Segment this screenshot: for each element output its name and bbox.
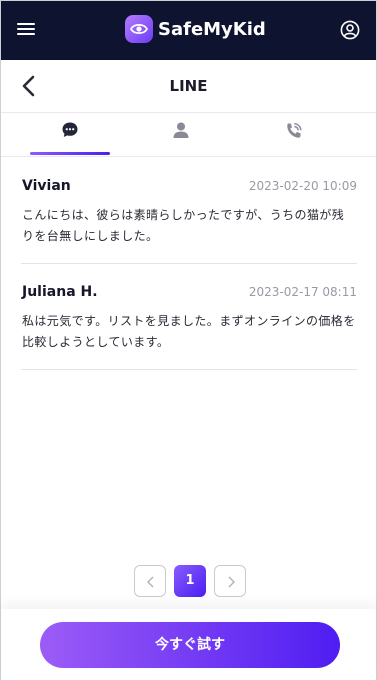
brand-name: SafeMyKid [158,18,266,40]
message-timestamp: 2023-02-17 08:11 [248,285,357,299]
user-profile-icon[interactable] [340,20,360,40]
page-title: LINE [169,77,208,95]
active-tab-indicator [30,152,110,155]
brand-logo[interactable]: SafeMyKid [125,15,266,43]
tab-contacts[interactable] [141,113,221,157]
page-header: LINE [1,60,376,113]
message-item[interactable]: Vivian 2023-02-20 10:09 こんにちは、彼らは素晴らしかった… [21,158,357,264]
previous-page-button[interactable] [134,565,166,597]
message-sender: Vivian [22,178,71,194]
chevron-left-icon [147,576,154,588]
message-timestamp: 2023-02-20 10:09 [248,179,357,193]
top-navbar: SafeMyKid [1,1,376,60]
message-text: こんにちは、彼らは素晴らしかったですが、うちの猫が残りを台無しにしました。 [22,208,345,243]
tab-messages[interactable] [30,113,110,157]
hamburger-menu-icon[interactable] [17,21,35,37]
tab-bar [1,113,376,157]
phone-icon [287,123,302,138]
chevron-right-icon [228,576,235,588]
message-list: Vivian 2023-02-20 10:09 こんにちは、彼らは素晴らしかった… [21,158,357,370]
next-page-button[interactable] [214,565,246,597]
page-number-current[interactable]: 1 [174,565,206,597]
eye-logo-icon [125,15,153,43]
message-text: 私は元気です。リストを見ました。まずオンラインの価格を比較しようとしています。 [22,314,356,349]
try-now-button[interactable]: 今すぐ試す [40,622,340,668]
message-sender: Juliana H. [22,284,98,300]
chat-bubble-icon [62,122,78,137]
tab-calls[interactable] [253,113,333,157]
message-item[interactable]: Juliana H. 2023-02-17 08:11 私は元気です。リストを見… [21,264,357,370]
person-icon [173,122,189,138]
bottom-cta-bar: 今すぐ試す [1,609,376,680]
